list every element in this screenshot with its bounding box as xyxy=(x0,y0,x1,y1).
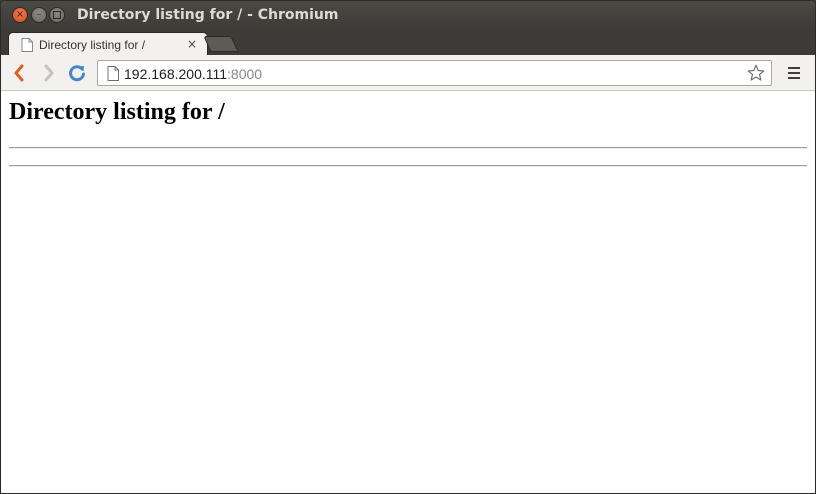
toolbar: 192.168.200.111:8000 xyxy=(1,55,815,91)
horizontal-rule-bottom xyxy=(9,165,807,167)
maximize-window-icon[interactable] xyxy=(49,7,65,23)
close-window-icon[interactable]: × xyxy=(12,7,28,23)
url-port: :8000 xyxy=(227,66,263,82)
window-title: Directory listing for / - Chromium xyxy=(77,7,339,23)
tab-label: Directory listing for / xyxy=(39,38,146,52)
title-bar: × – Directory listing for / - Chromium xyxy=(1,1,815,30)
url-host: 192.168.200.111 xyxy=(124,66,228,82)
address-bar[interactable]: 192.168.200.111:8000 xyxy=(97,60,772,86)
bookmark-star-icon[interactable] xyxy=(747,64,765,82)
back-button[interactable] xyxy=(8,62,30,84)
forward-arrow-icon xyxy=(44,64,54,82)
tab-directory-listing[interactable]: Directory listing for / × xyxy=(8,32,208,56)
browser-window: × – Directory listing for / - Chromium D… xyxy=(0,0,816,494)
new-tab-button[interactable] xyxy=(203,36,239,52)
page-icon xyxy=(21,38,33,52)
reload-button[interactable] xyxy=(66,62,88,84)
url-text[interactable]: 192.168.200.111:8000 xyxy=(124,66,262,82)
forward-button[interactable] xyxy=(38,62,60,84)
reload-icon xyxy=(69,65,85,82)
tab-close-icon[interactable]: × xyxy=(187,37,197,51)
page-heading: Directory listing for / xyxy=(9,99,225,125)
page-content: Directory listing for / xyxy=(1,92,815,493)
page-info-icon[interactable] xyxy=(107,66,119,81)
back-arrow-icon xyxy=(14,64,24,82)
horizontal-rule-top xyxy=(9,147,807,149)
chrome-menu-icon[interactable] xyxy=(786,64,802,82)
minimize-window-icon[interactable]: – xyxy=(31,7,47,23)
tab-strip: Directory listing for / × xyxy=(1,30,815,56)
